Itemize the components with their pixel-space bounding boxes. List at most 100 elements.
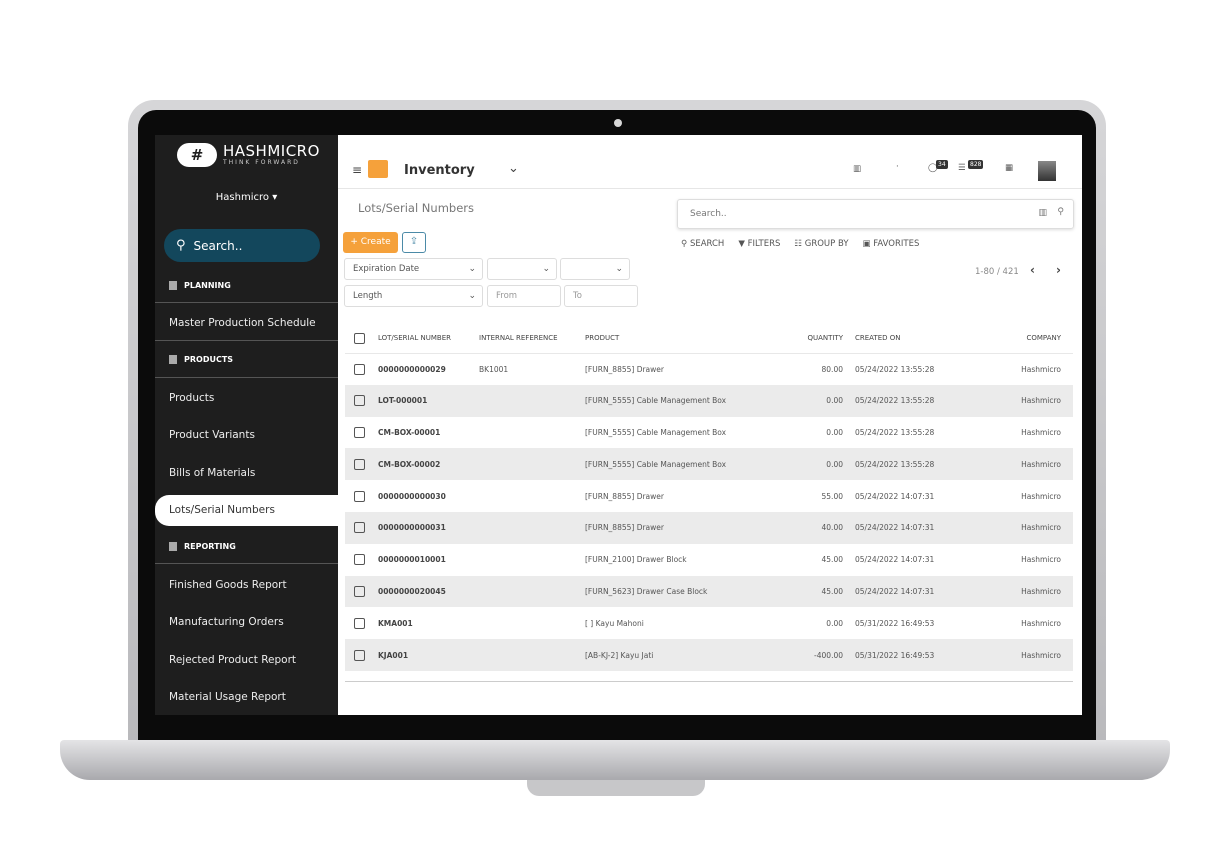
sidebar: # HASHMICRO THINK FORWARD Hashmicro ▾ ⚲ Se…	[155, 135, 338, 715]
next-page-button[interactable]: ›	[1056, 263, 1061, 277]
row-checkbox[interactable]	[354, 649, 365, 661]
filter-measure-select[interactable]: Length ⌄	[344, 285, 483, 307]
search-placeholder: Search..	[690, 209, 727, 219]
search-icon[interactable]: ⚲	[1057, 207, 1064, 217]
table-row[interactable]: KJA001 [AB-KJ-2] Kayu Jati -400.00 05/31/20…	[345, 639, 1073, 671]
upload-button[interactable]: ⇪	[402, 232, 426, 253]
row-checkbox[interactable]	[354, 554, 365, 566]
sidebar-item-rejected-product-report[interactable]: Rejected Product Report	[169, 654, 296, 666]
user-avatar[interactable]	[1038, 161, 1056, 181]
company-switcher[interactable]: Hashmicro ▾	[155, 192, 338, 203]
internal-reference-cell	[479, 384, 585, 417]
clipboard-icon	[169, 542, 177, 551]
product-cell: [FURN_5555] Cable Management Box	[585, 427, 727, 437]
screen: # HASHMICRO THINK FORWARD Hashmicro ▾ ⚲ Se…	[155, 135, 1082, 715]
column-created-on[interactable]: CREATED ON	[855, 324, 975, 354]
table-row[interactable]: 0000000010001 [FURN_2100] Drawer Block 45.…	[345, 544, 1073, 576]
created-on-cell: 05/24/2022 13:55:28	[855, 448, 975, 481]
quantity-cell: 0.00	[745, 384, 855, 417]
sidebar-search[interactable]: ⚲ Search..	[164, 229, 320, 262]
barcode-icon[interactable]: ▥	[1038, 208, 1047, 218]
row-checkbox[interactable]	[354, 490, 365, 502]
barcode-icon[interactable]: ▥	[853, 164, 861, 174]
hashmicro-logo-icon: #	[177, 143, 217, 167]
to-input[interactable]: To	[564, 285, 638, 307]
sidebar-item-master-production-schedule[interactable]: Master Production Schedule	[169, 317, 316, 329]
row-checkbox[interactable]	[354, 458, 365, 470]
internal-reference-cell	[479, 417, 585, 449]
messages-icon[interactable]: ☰	[958, 163, 966, 173]
row-checkbox[interactable]	[354, 426, 365, 438]
company-cell: Hashmicro	[975, 639, 1073, 671]
column-quantity[interactable]: QUANTITY	[745, 324, 855, 354]
row-checkbox[interactable]	[354, 522, 365, 534]
table-row[interactable]: 0000000000029 BK1001 [FURN_8855] Drawer 80.…	[345, 353, 1073, 385]
dot-menu-icon[interactable]: ·	[896, 162, 899, 172]
column-company[interactable]: COMPANY	[975, 324, 1073, 354]
sidebar-item-products[interactable]: Products	[169, 392, 214, 404]
filters-button[interactable]: ▼ FILTERS	[738, 239, 780, 249]
created-on-cell: 05/24/2022 13:55:28	[855, 384, 975, 417]
row-checkbox[interactable]	[354, 617, 365, 629]
table-row[interactable]: KMA001 [ ] Kayu Mahoni 0.00 05/31/2022 16:4…	[345, 607, 1073, 639]
company-cell: Hashmicro	[1021, 364, 1061, 374]
quantity-cell: 45.00	[821, 555, 843, 565]
select-value: Length	[353, 291, 383, 301]
camera	[614, 119, 622, 127]
quantity-cell: 0.00	[745, 448, 855, 481]
lot-cell: KMA001	[378, 618, 413, 628]
create-button[interactable]: + Create	[343, 232, 398, 253]
table-row[interactable]: CM-BOX-00001 [FURN_5555] Cable Management…	[345, 417, 1073, 449]
sidebar-item-finished-goods-report[interactable]: Finished Goods Report	[169, 579, 287, 591]
column-internal-reference[interactable]: INTERNAL REFERENCE	[479, 324, 585, 354]
sidebar-item-bills-of-materials[interactable]: Bills of Materials	[169, 467, 255, 479]
sidebar-item-lots-serial-numbers[interactable]: Lots/Serial Numbers	[155, 495, 338, 526]
lot-cell: 0000000000031	[378, 511, 479, 544]
company-cell: Hashmicro	[975, 448, 1073, 481]
group-by-button[interactable]: ☷ GROUP BY	[794, 239, 848, 249]
main-content: ≡ Inventory ⌄ ▥ · ◯ 34 ☰ 828 ▦ Lots/Seri…	[338, 135, 1082, 715]
logo: # HASHMICRO THINK FORWARD	[177, 143, 320, 167]
section-reporting: REPORTING	[169, 542, 236, 551]
product-cell: [ ] Kayu Mahoni	[585, 618, 644, 628]
product-cell: [FURN_8855] Drawer	[585, 511, 745, 544]
table-header: LOT/SERIAL NUMBER INTERNAL REFERENCE PRO…	[345, 324, 1073, 354]
filter-operator-select[interactable]: ⌄	[487, 258, 557, 280]
brand-name: HASHMICRO	[223, 142, 320, 160]
search-option-button[interactable]: ⚲ SEARCH	[681, 239, 724, 249]
column-lot[interactable]: LOT/SERIAL NUMBER	[378, 324, 479, 354]
hamburger-menu-icon[interactable]: ≡	[352, 163, 362, 177]
brand-tagline: THINK FORWARD	[223, 159, 300, 166]
row-checkbox[interactable]	[354, 395, 365, 407]
company-cell: Hashmicro	[975, 575, 1073, 608]
table-row[interactable]: CM-BOX-00002 [FURN_5555] Cable Management…	[345, 448, 1073, 481]
section-title: REPORTING	[184, 542, 236, 551]
search-input[interactable]: Search.. ▥ ⚲	[677, 199, 1074, 229]
select-all-checkbox[interactable]	[354, 332, 365, 344]
row-checkbox[interactable]	[354, 363, 365, 375]
app-dropdown-chevron-icon[interactable]: ⌄	[508, 161, 519, 176]
sidebar-item-material-usage-report[interactable]: Material Usage Report	[169, 691, 286, 703]
internal-reference-cell	[479, 448, 585, 481]
filter-value-select[interactable]: ⌄	[560, 258, 630, 280]
company-cell: Hashmicro	[1021, 427, 1061, 437]
internal-reference-cell	[479, 639, 585, 671]
row-checkbox[interactable]	[354, 585, 365, 597]
pager-value: 1-80 / 421	[975, 267, 1019, 277]
table-row[interactable]: 0000000000031 [FURN_8855] Drawer 40.00 05/2…	[345, 511, 1073, 544]
table-row[interactable]: 0000000020045 [FURN_5623] Drawer Case Blo…	[345, 575, 1073, 608]
column-product[interactable]: PRODUCT	[585, 324, 745, 354]
filter-field-select[interactable]: Expiration Date ⌄	[344, 258, 483, 280]
prev-page-button[interactable]: ‹	[1030, 263, 1035, 277]
sidebar-item-product-variants[interactable]: Product Variants	[169, 429, 255, 441]
lot-cell: CM-BOX-00002	[378, 448, 479, 481]
lot-cell: KJA001	[378, 639, 479, 671]
table-row[interactable]: 0000000000030 [FURN_8855] Drawer 55.00 05/2…	[345, 480, 1073, 512]
favorites-button[interactable]: ▣ FAVORITES	[863, 239, 920, 249]
sidebar-item-manufacturing-orders[interactable]: Manufacturing Orders	[169, 616, 284, 628]
calculator-icon[interactable]: ▦	[1005, 163, 1013, 173]
table-row[interactable]: LOT-000001 [FURN_5555] Cable Management B…	[345, 384, 1073, 417]
from-input[interactable]: From	[487, 285, 561, 307]
internal-reference-cell: BK1001	[479, 364, 509, 374]
lot-cell: LOT-000001	[378, 384, 479, 417]
